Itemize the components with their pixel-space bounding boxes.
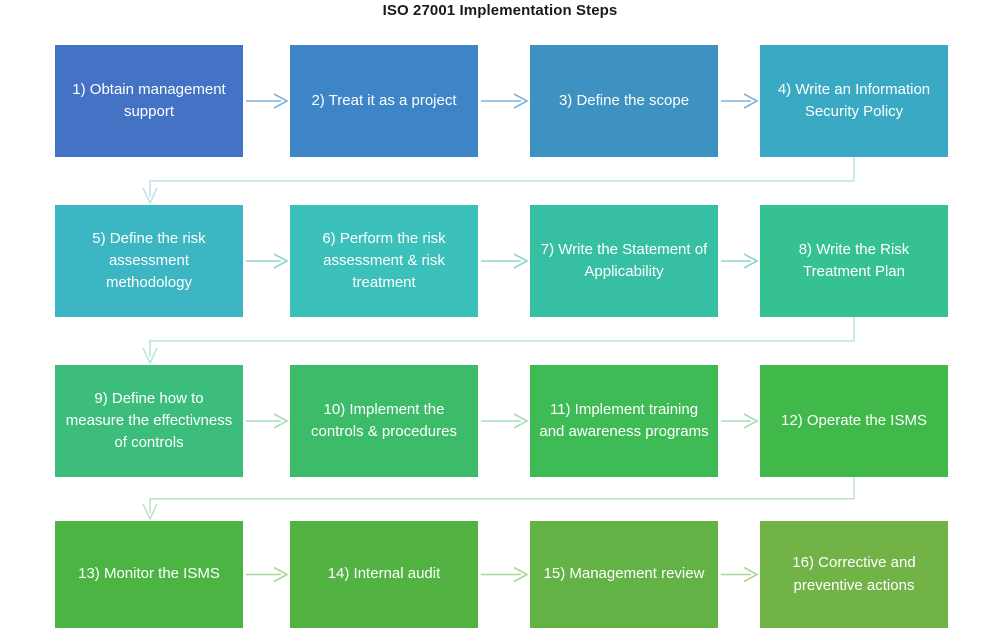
step-box-9[interactable]: 9) Define how to measure the effectivnes… xyxy=(55,365,243,477)
step-label-9: 9) Define how to measure the effectivnes… xyxy=(65,389,233,452)
wrap-connector-12-to-13 xyxy=(149,477,855,513)
step-label-7: 7) Write the Statement of Applicability xyxy=(540,240,708,280)
step-box-5[interactable]: 5) Define the risk assessment methodolog… xyxy=(55,205,243,317)
step-box-13[interactable]: 13) Monitor the ISMS xyxy=(55,521,243,628)
step-box-4[interactable]: 4) Write an Information Security Policy xyxy=(760,45,948,157)
step-box-2[interactable]: 2) Treat it as a project xyxy=(290,45,478,157)
step-box-12[interactable]: 12) Operate the ISMS xyxy=(760,365,948,477)
step-box-7[interactable]: 7) Write the Statement of Applicability xyxy=(530,205,718,317)
step-box-15[interactable]: 15) Management review xyxy=(530,521,718,628)
step-label-4: 4) Write an Information Security Policy xyxy=(777,80,931,120)
step-label-16: 16) Corrective and preventive actions xyxy=(792,554,916,594)
step-label-13: 13) Monitor the ISMS xyxy=(78,565,220,583)
step-label-8: 8) Write the Risk Treatment Plan xyxy=(798,240,910,280)
step-box-16[interactable]: 16) Corrective and preventive actions xyxy=(760,521,948,628)
step-label-6: 6) Perform the risk assessment & risk tr… xyxy=(322,229,446,292)
step-box-10[interactable]: 10) Implement the controls & procedures xyxy=(290,365,478,477)
step-label-5: 5) Define the risk assessment methodolog… xyxy=(92,229,206,292)
step-label-2: 2) Treat it as a project xyxy=(311,91,457,109)
wrap-connector-4-to-5 xyxy=(149,157,855,197)
step-label-14: 14) Internal audit xyxy=(327,565,441,583)
step-box-1[interactable]: 1) Obtain management support xyxy=(55,45,243,157)
step-box-3[interactable]: 3) Define the scope xyxy=(530,45,718,157)
step-box-14[interactable]: 14) Internal audit xyxy=(290,521,478,628)
iso-27001-flowchart: ISO 27001 Implementation Steps 1) Obtain… xyxy=(0,0,1000,628)
step-label-1: 1) Obtain management support xyxy=(72,80,226,120)
step-box-11[interactable]: 11) Implement training and awareness pro… xyxy=(530,365,718,477)
step-box-8[interactable]: 8) Write the Risk Treatment Plan xyxy=(760,205,948,317)
wrap-connector-8-to-9 xyxy=(149,317,855,357)
step-label-3: 3) Define the scope xyxy=(558,91,690,109)
step-label-12: 12) Operate the ISMS xyxy=(781,411,927,429)
step-box-6[interactable]: 6) Perform the risk assessment & risk tr… xyxy=(290,205,478,317)
step-label-11: 11) Implement training and awareness pro… xyxy=(539,400,709,440)
step-label-15: 15) Management review xyxy=(543,565,705,583)
step-label-10: 10) Implement the controls & procedures xyxy=(311,400,457,440)
